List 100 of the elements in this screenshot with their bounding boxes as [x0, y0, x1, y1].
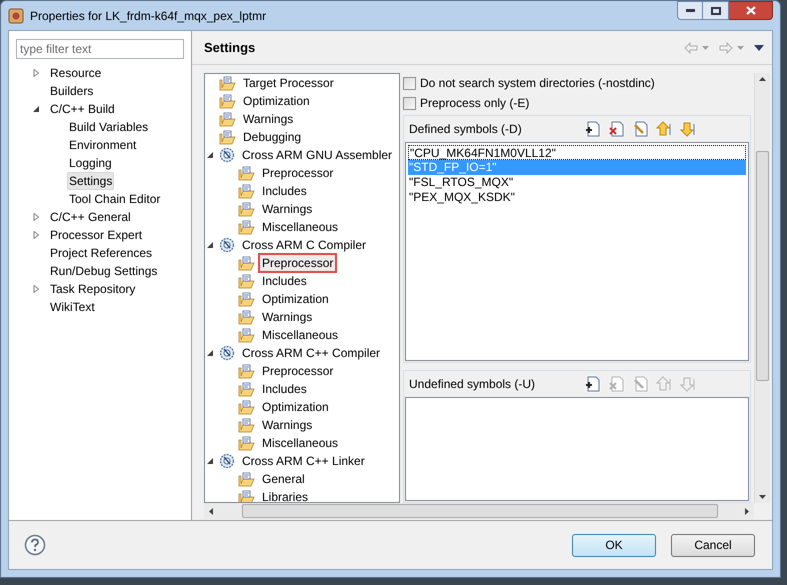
- back-arrow-icon[interactable]: [684, 42, 698, 54]
- expand-arrow-icon[interactable]: [33, 69, 40, 77]
- move-up-icon[interactable]: [656, 121, 672, 137]
- tree-item[interactable]: Miscellaneous: [258, 433, 342, 453]
- folder-icon: [238, 382, 255, 396]
- tree-item[interactable]: Optimization: [239, 91, 314, 111]
- tree-item[interactable]: General: [258, 469, 309, 489]
- folder-icon: [238, 436, 255, 450]
- tree-item[interactable]: Warnings: [258, 307, 316, 327]
- app-icon: [8, 8, 24, 24]
- group-title: Defined symbols (-D): [409, 121, 523, 138]
- nav-item[interactable]: Build Variables: [67, 118, 150, 136]
- tree-item[interactable]: Warnings: [258, 199, 316, 219]
- tree-item[interactable]: Preprocessor: [258, 361, 338, 381]
- nav-item[interactable]: Logging: [67, 154, 114, 172]
- help-icon[interactable]: [24, 534, 46, 556]
- collapse-arrow-icon[interactable]: [207, 241, 214, 249]
- tree-item[interactable]: Cross ARM C++ Compiler: [238, 343, 384, 363]
- folder-icon: [219, 130, 236, 144]
- close-icon: [746, 6, 756, 15]
- collapse-arrow-icon[interactable]: [207, 151, 214, 159]
- nav-item[interactable]: Project References: [48, 244, 154, 262]
- folder-icon: [238, 418, 255, 432]
- expand-arrow-icon[interactable]: [33, 213, 40, 221]
- collapse-arrow-icon[interactable]: [207, 349, 214, 357]
- scroll-down-icon[interactable]: [759, 495, 766, 499]
- scroll-right-icon[interactable]: [745, 508, 749, 514]
- dialog-button[interactable]: Cancel: [671, 534, 755, 556]
- caret-icon[interactable]: [702, 46, 709, 50]
- close-button[interactable]: [729, 1, 773, 20]
- folder-icon: [238, 184, 255, 198]
- tree-item[interactable]: Cross ARM GNU Assembler: [238, 145, 396, 165]
- vertical-scrollbar[interactable]: [754, 73, 770, 503]
- symbol-item[interactable]: "PEX_MQX_KSDK": [408, 190, 746, 205]
- checkbox-label: Preprocess only (-E): [420, 95, 530, 112]
- folder-icon: [238, 364, 255, 378]
- checkbox-label: Do not search system directories (-nostdinc): [420, 75, 655, 92]
- add-icon[interactable]: [584, 376, 600, 392]
- tree-item[interactable]: Cross ARM C++ Linker: [238, 451, 369, 471]
- tree-item[interactable]: Includes: [258, 271, 311, 291]
- symbols-list[interactable]: [405, 397, 749, 501]
- symbol-item[interactable]: "FSL_RTOS_MQX": [408, 175, 746, 190]
- expand-arrow-icon[interactable]: [33, 285, 40, 293]
- forward-arrow-icon[interactable]: [719, 42, 733, 54]
- window-title: Properties for LK_frdm-k64f_mqx_pex_lptmr: [30, 8, 268, 24]
- folder-icon: [238, 328, 255, 342]
- edit-icon[interactable]: [632, 121, 648, 137]
- nav-item[interactable]: Settings: [67, 172, 114, 190]
- minimize-button[interactable]: [677, 1, 703, 20]
- nav-item[interactable]: Environment: [67, 136, 138, 154]
- collapse-arrow-icon[interactable]: [207, 457, 214, 465]
- tree-item[interactable]: Preprocessor: [258, 163, 338, 183]
- tree-item[interactable]: Includes: [258, 379, 311, 399]
- tree-item[interactable]: Warnings: [258, 415, 316, 435]
- move-down-icon[interactable]: [680, 121, 696, 137]
- symbols-list[interactable]: "CPU_MK64FN1M0VLL12" "STD_FP_IO=1" "FSL_RTOS_MQX" "PEX_MQX_KSDK": [405, 142, 749, 361]
- tree-item[interactable]: Target Processor: [239, 74, 338, 93]
- tree-item[interactable]: Miscellaneous: [258, 217, 342, 237]
- nav-item[interactable]: Resource: [48, 64, 104, 82]
- tree-item[interactable]: Optimization: [258, 397, 333, 417]
- scroll-up-icon[interactable]: [759, 77, 766, 81]
- horizontal-scrollbar[interactable]: [204, 503, 754, 519]
- nav-item[interactable]: Processor Expert: [48, 226, 144, 244]
- folder-icon: [219, 76, 236, 90]
- folder-icon: [238, 292, 255, 306]
- tree-item[interactable]: Miscellaneous: [258, 325, 342, 345]
- filter-field[interactable]: type filter text: [16, 39, 184, 59]
- group-title: Undefined symbols (-U): [409, 376, 536, 393]
- tree-item[interactable]: Includes: [258, 181, 311, 201]
- nav-item[interactable]: C/C++ General: [48, 208, 133, 226]
- nav-item[interactable]: Tool Chain Editor: [67, 190, 162, 208]
- delete-icon[interactable]: [608, 121, 624, 137]
- folder-icon: [219, 112, 236, 126]
- checkbox[interactable]: [403, 76, 416, 90]
- scroll-left-icon[interactable]: [209, 508, 213, 514]
- tree-item[interactable]: Warnings: [239, 109, 298, 129]
- nav-item[interactable]: WikiText: [48, 298, 97, 316]
- scrollbar-thumb[interactable]: [756, 151, 769, 381]
- tree-item[interactable]: Debugging: [239, 127, 306, 147]
- folder-icon: [219, 94, 236, 108]
- tree-item[interactable]: Libraries: [258, 487, 312, 502]
- folder-icon: [238, 256, 255, 270]
- view-menu-icon[interactable]: [754, 44, 764, 50]
- nav-item[interactable]: Task Repository: [48, 280, 138, 298]
- gear-icon: [219, 453, 235, 469]
- expand-arrow-icon[interactable]: [33, 231, 40, 239]
- caret-icon[interactable]: [737, 46, 744, 50]
- dialog-button[interactable]: OK: [572, 534, 656, 556]
- nav-item[interactable]: C/C++ Build: [48, 100, 117, 118]
- add-icon[interactable]: [584, 121, 600, 137]
- tree-item[interactable]: Cross ARM C Compiler: [238, 235, 370, 255]
- maximize-button[interactable]: [703, 1, 729, 20]
- collapse-arrow-icon[interactable]: [33, 105, 40, 113]
- checkbox[interactable]: [403, 96, 416, 110]
- nav-item[interactable]: Run/Debug Settings: [48, 262, 160, 280]
- tree-item[interactable]: Preprocessor: [258, 253, 338, 273]
- nav-item[interactable]: Builders: [48, 82, 96, 100]
- scrollbar-thumb[interactable]: [242, 504, 718, 518]
- folder-icon: [238, 166, 255, 180]
- tree-item[interactable]: Optimization: [258, 289, 333, 309]
